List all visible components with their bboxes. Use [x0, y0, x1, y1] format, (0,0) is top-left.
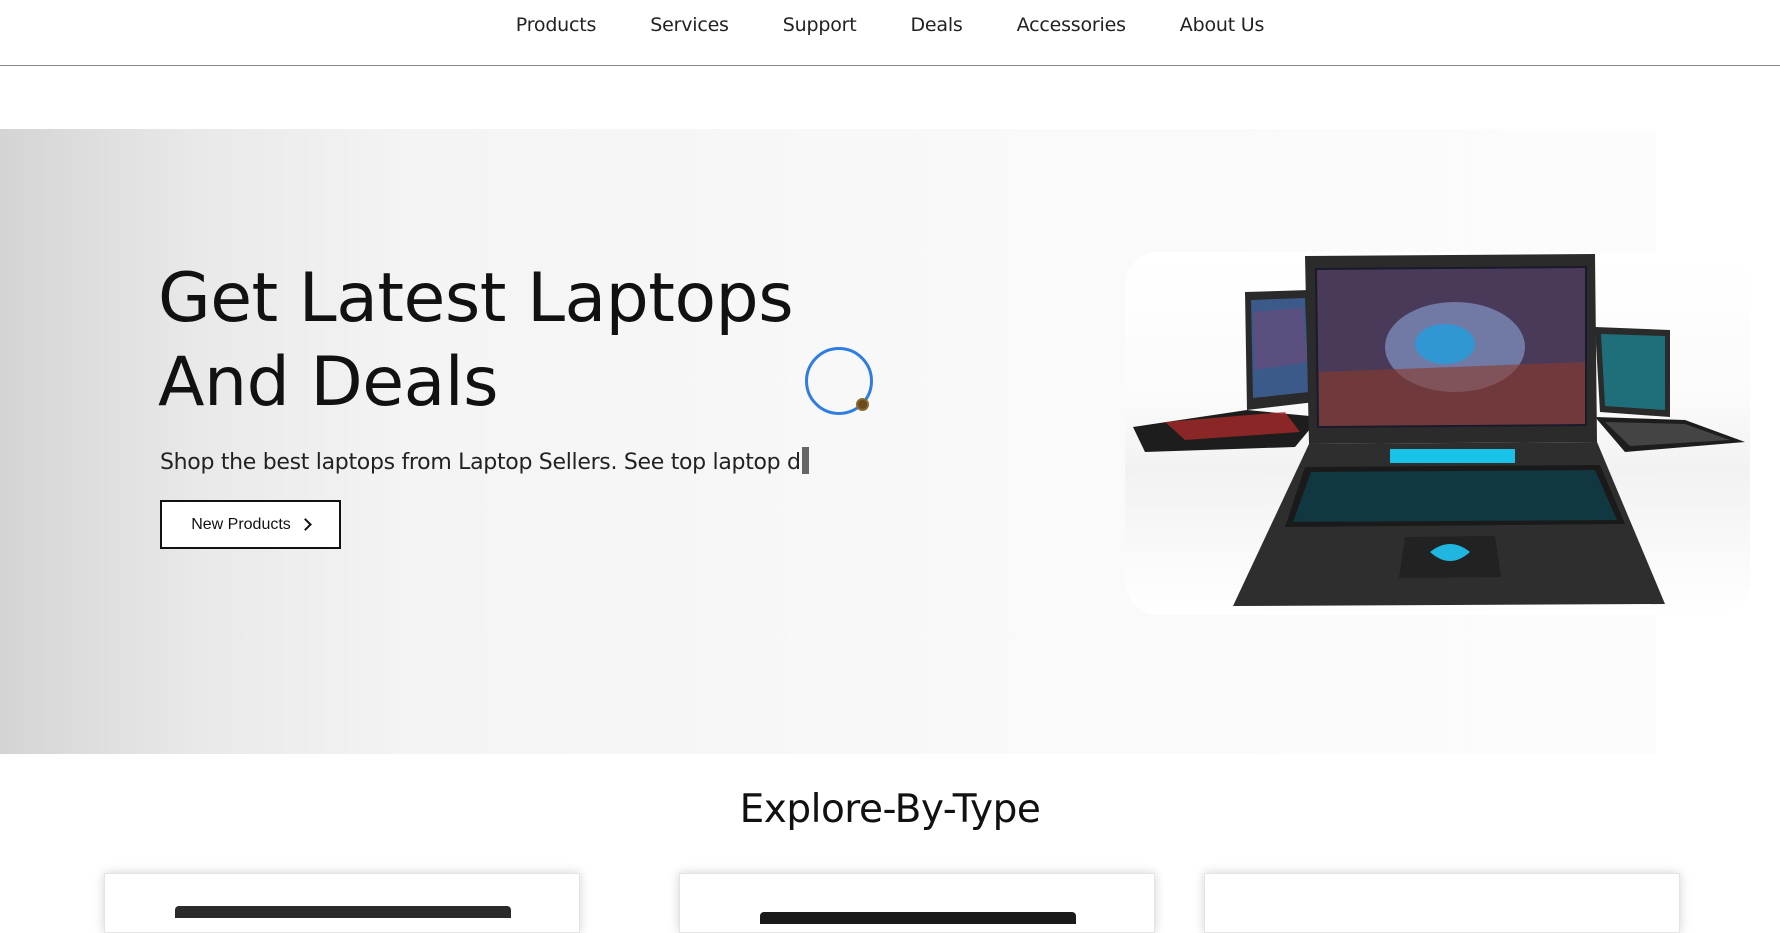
hero-title-line-2: And Deals [158, 343, 499, 422]
card-laptop-thumbnail [175, 906, 511, 918]
new-products-button-label: New Products [191, 515, 291, 533]
loading-spinner [805, 347, 873, 415]
top-navigation: Products Services Support Deals Accessor… [0, 0, 1780, 66]
nav-services[interactable]: Services [650, 13, 729, 37]
right-laptop [1595, 327, 1745, 452]
type-card[interactable] [679, 873, 1155, 933]
hero-title-line-1: Get Latest Laptops [158, 259, 794, 338]
nav-list: Products Services Support Deals Accessor… [0, 13, 1780, 37]
text-caret [801, 447, 809, 474]
nav-accessories[interactable]: Accessories [1017, 13, 1126, 37]
laptops-illustration [1133, 254, 1745, 606]
nav-deals[interactable]: Deals [910, 13, 962, 37]
nav-support[interactable]: Support [783, 13, 857, 37]
laptops-hero-image [1125, 252, 1750, 615]
nav-about-us[interactable]: About Us [1180, 13, 1265, 37]
explore-by-type-heading: Explore-By-Type [739, 787, 1041, 832]
new-products-button[interactable]: New Products [160, 500, 341, 549]
nav-products[interactable]: Products [516, 13, 597, 37]
type-card[interactable] [1204, 873, 1680, 933]
card-laptop-thumbnail [760, 912, 1076, 924]
type-cards [0, 873, 1780, 933]
left-laptop [1133, 290, 1320, 452]
type-card[interactable] [104, 873, 580, 933]
hero-title: Get Latest Laptops And Deals [158, 257, 858, 425]
hero-subtitle-text: Shop the best laptops from Laptop Seller… [160, 450, 801, 475]
spinner-dot [856, 398, 869, 411]
hero-subtitle: Shop the best laptops from Laptop Seller… [160, 447, 809, 478]
chevron-right-icon [298, 518, 312, 531]
